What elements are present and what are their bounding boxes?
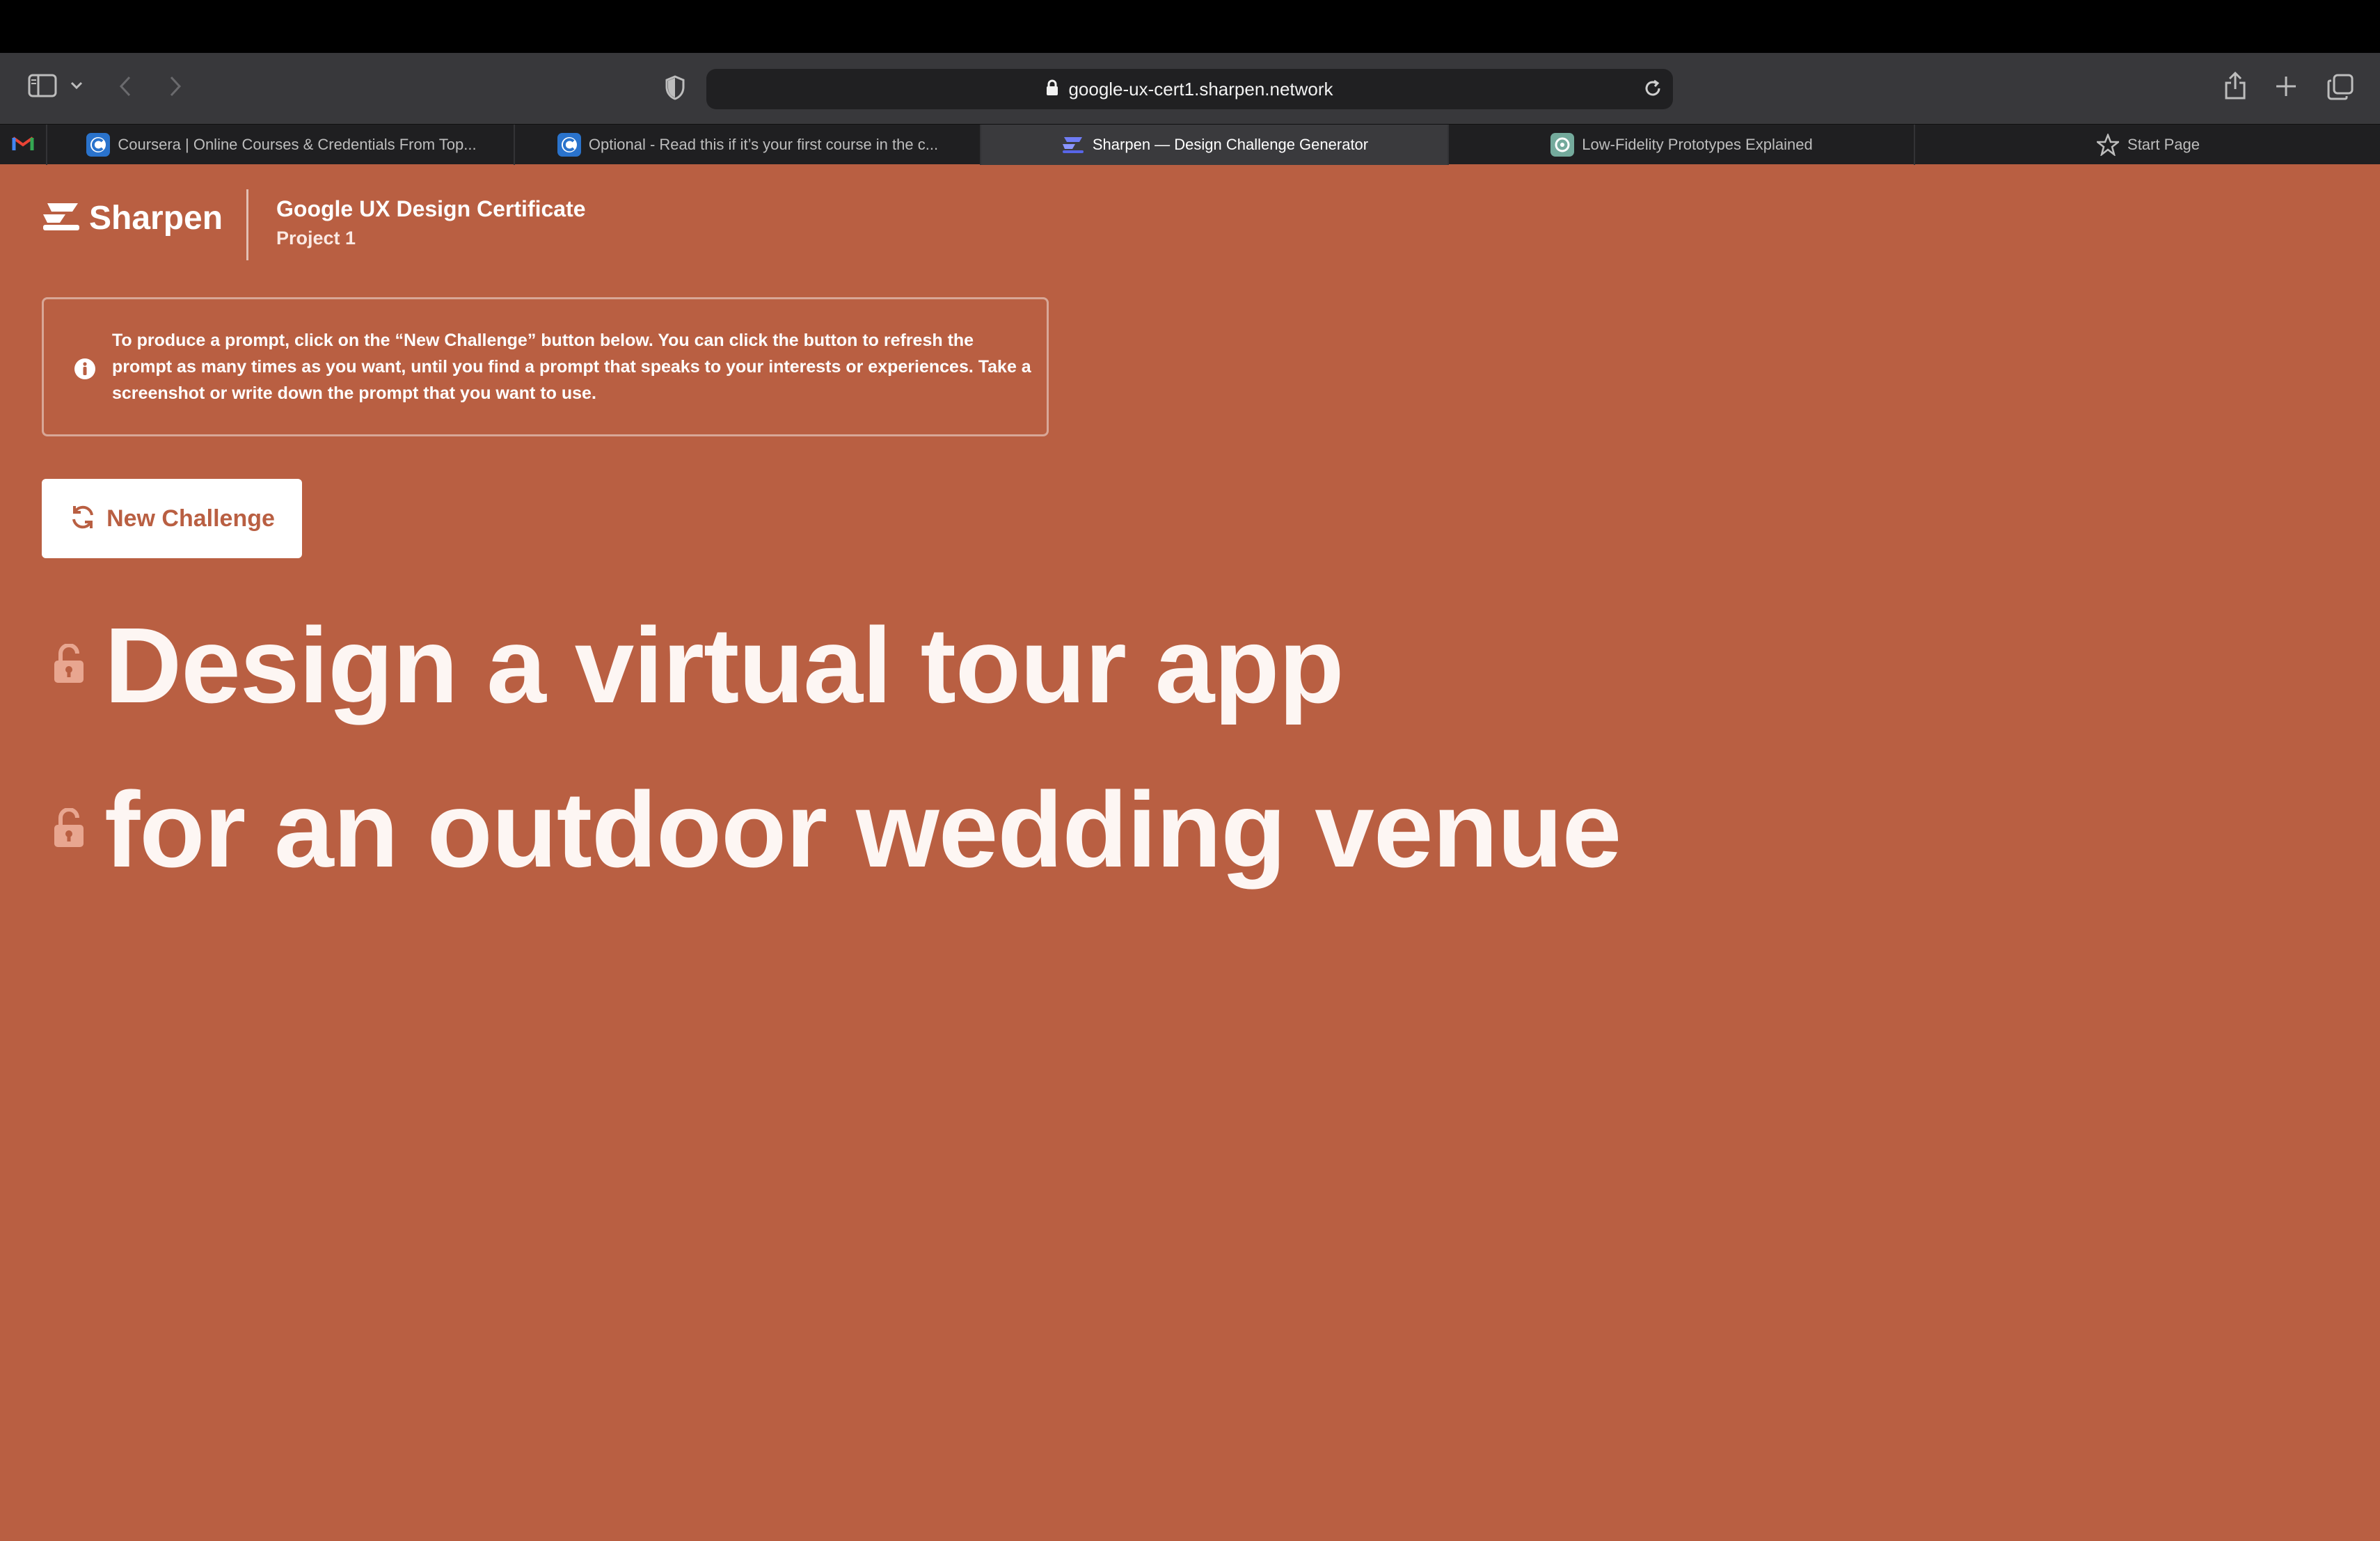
url-text: google-ux-cert1.sharpen.network	[1068, 78, 1333, 100]
tab-overview-icon[interactable]	[2327, 74, 2354, 100]
tab-label: Low-Fidelity Prototypes Explained	[1582, 136, 1813, 153]
unlock-icon[interactable]	[53, 807, 86, 852]
instructions-box: To produce a prompt, click on the “New C…	[42, 297, 1049, 436]
star-icon	[2095, 132, 2120, 157]
tab-sharpen[interactable]: Sharpen — Design Challenge Generator	[981, 125, 1449, 165]
info-icon	[74, 358, 96, 384]
prompt-line-2: for an outdoor wedding venue	[53, 768, 1621, 892]
coursera-icon	[557, 132, 582, 157]
tab-label: Start Page	[2127, 136, 2200, 153]
new-challenge-button[interactable]: New Challenge	[42, 479, 302, 558]
forward-icon[interactable]	[168, 75, 182, 97]
prompt-line-1: Design a virtual tour app	[53, 604, 1344, 727]
tab-bar: Coursera | Online Courses & Credentials …	[0, 124, 2380, 165]
unlock-icon[interactable]	[53, 643, 86, 688]
address-bar[interactable]: google-ux-cert1.sharpen.network	[706, 69, 1673, 109]
tab-optional-reading[interactable]: Optional - Read this if it’s your first …	[515, 125, 981, 165]
chevron-down-icon[interactable]	[70, 81, 84, 90]
sidebar-toggle-icon[interactable]	[28, 74, 57, 97]
sharpen-logo-icon	[42, 202, 79, 235]
window-top-bar	[0, 0, 2380, 53]
tab-low-fidelity[interactable]: Low-Fidelity Prototypes Explained	[1449, 125, 1915, 165]
back-icon[interactable]	[118, 75, 132, 97]
course-title: Google UX Design Certificate	[276, 196, 586, 221]
header-divider	[246, 189, 248, 260]
prompt-line-1-text: Design a virtual tour app	[104, 606, 1344, 725]
pinned-tab-gmail[interactable]	[0, 125, 47, 165]
new-challenge-label: New Challenge	[106, 505, 275, 532]
gmail-icon	[12, 135, 34, 155]
lock-icon	[1046, 79, 1058, 100]
instructions-text: To produce a prompt, click on the “New C…	[112, 331, 1031, 403]
brand-logo[interactable]: Sharpen	[42, 199, 223, 237]
openai-icon	[1550, 132, 1575, 157]
brand-name: Sharpen	[89, 200, 223, 237]
tab-label: Optional - Read this if it’s your first …	[588, 136, 939, 153]
privacy-shield-icon[interactable]	[665, 75, 685, 100]
new-tab-icon[interactable]	[2275, 75, 2297, 97]
tab-label: Coursera | Online Courses & Credentials …	[118, 136, 477, 153]
refresh-icon	[69, 503, 97, 535]
course-subtitle: Project 1	[276, 228, 356, 248]
tab-label: Sharpen — Design Challenge Generator	[1092, 136, 1369, 153]
prompt-line-2-text: for an outdoor wedding venue	[104, 770, 1621, 890]
course-info: Google UX Design Certificate Project 1	[276, 196, 586, 249]
sharpen-icon	[1061, 132, 1086, 157]
tab-coursera[interactable]: Coursera | Online Courses & Credentials …	[49, 125, 515, 165]
coursera-icon	[86, 132, 111, 157]
tab-start-page[interactable]: Start Page	[1915, 125, 2380, 165]
reload-icon[interactable]	[1642, 78, 1663, 102]
share-icon[interactable]	[2223, 71, 2247, 100]
